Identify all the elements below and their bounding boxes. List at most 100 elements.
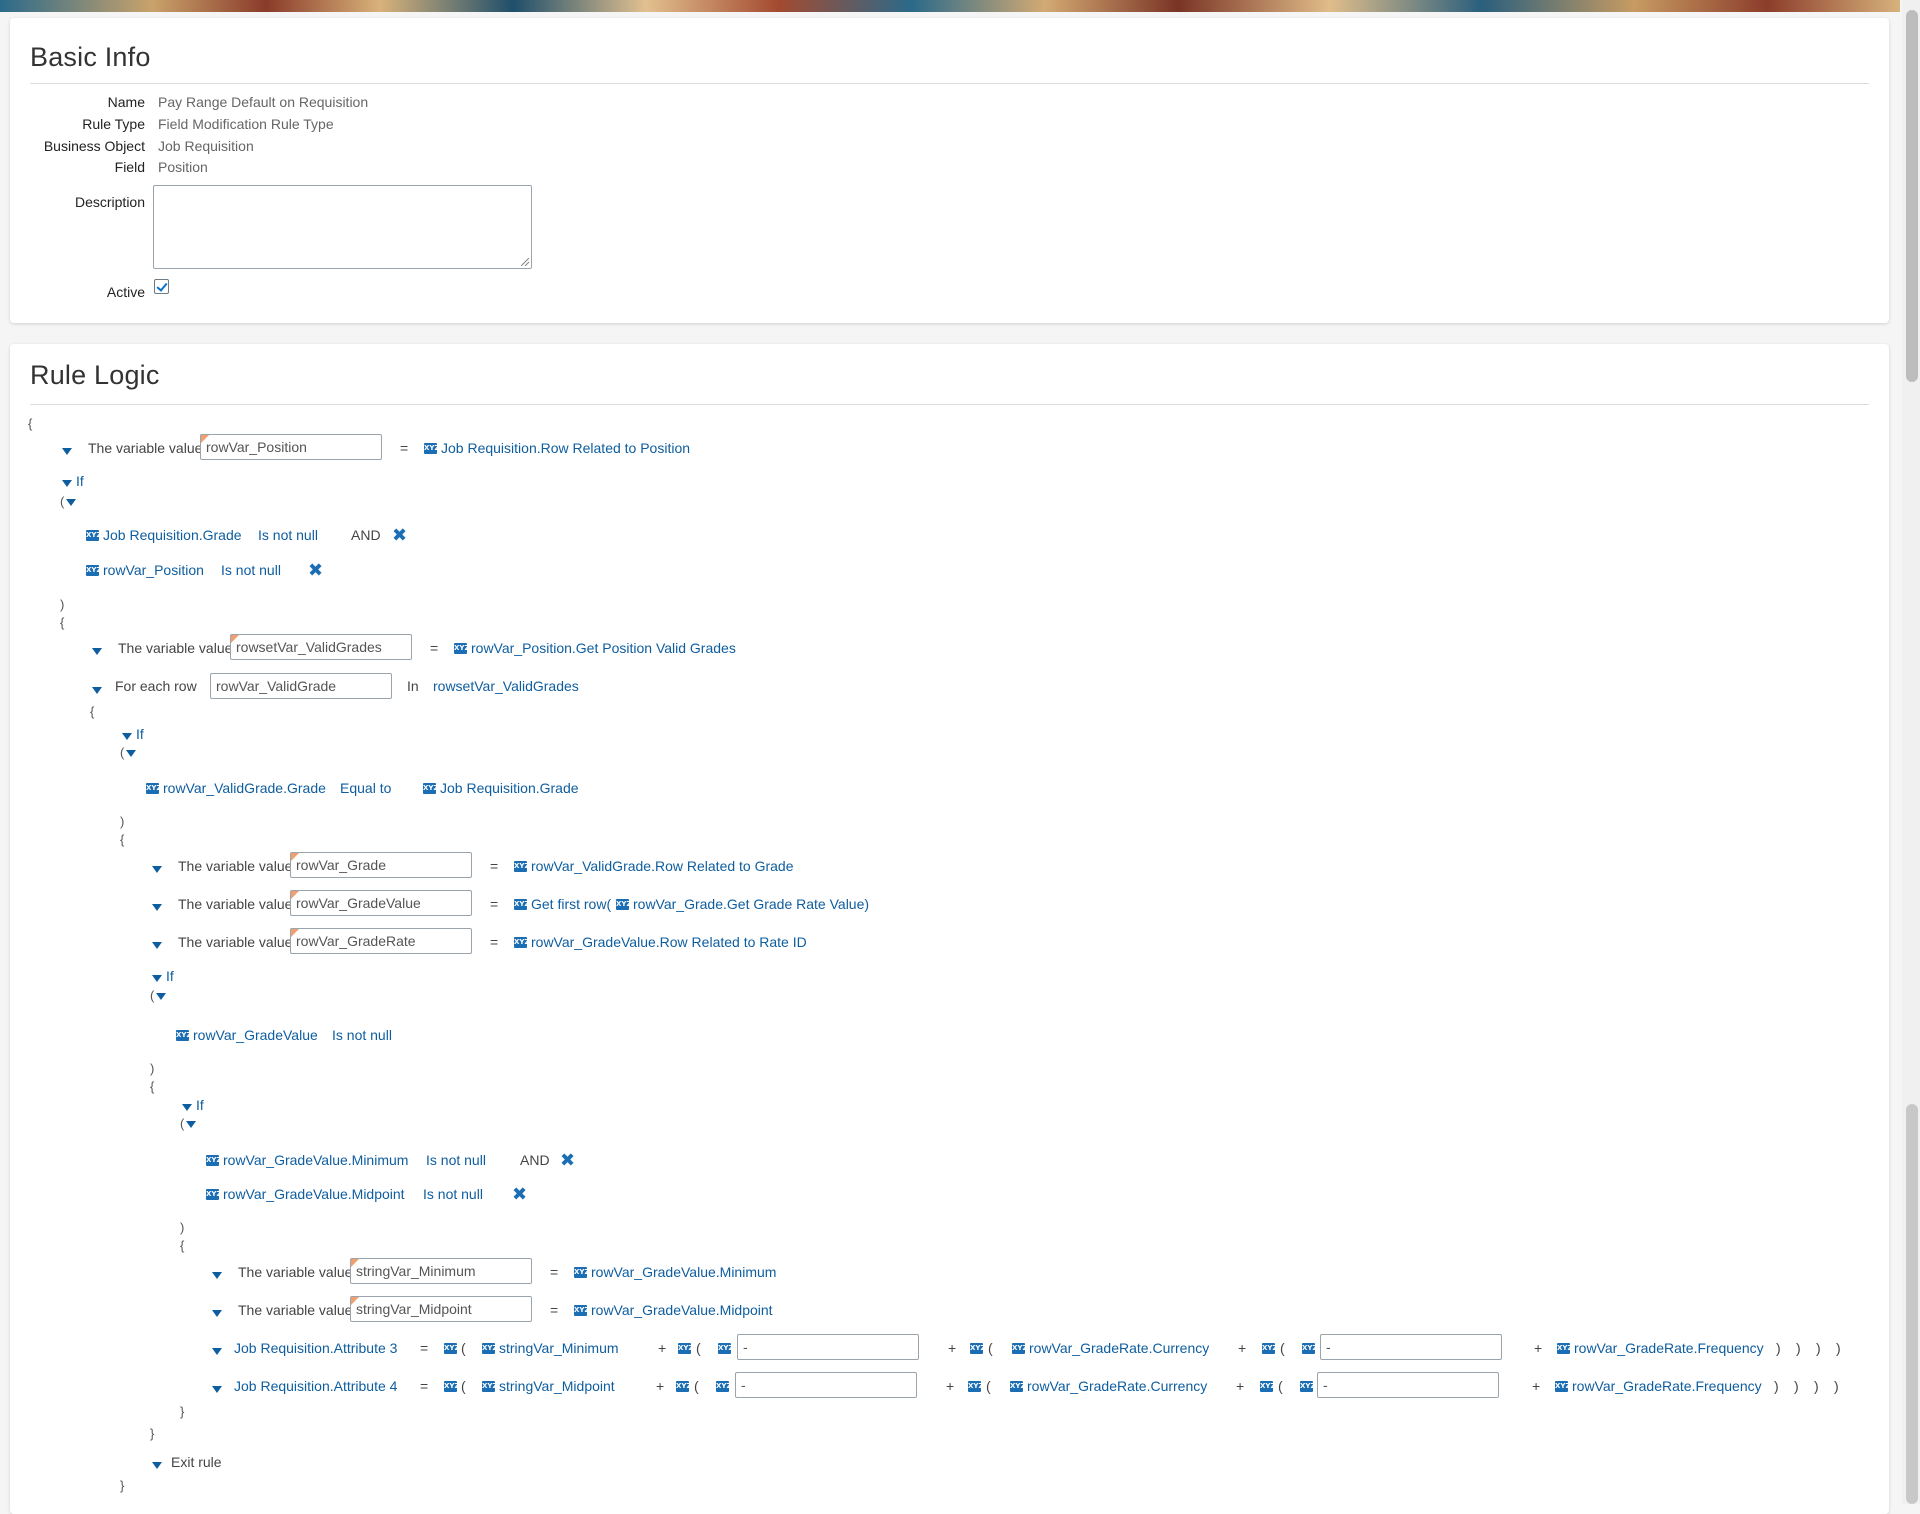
business-object-label: Business Object <box>43 138 145 154</box>
literal-input[interactable]: - <box>737 1334 919 1360</box>
operator-link[interactable]: Is not null <box>332 1027 392 1043</box>
scrollbar-thumb[interactable] <box>1906 10 1918 382</box>
collapse-toggle-icon[interactable] <box>186 1121 196 1128</box>
plus-sign: + <box>658 1340 667 1356</box>
description-textarea[interactable] <box>153 185 532 269</box>
exit-rule-keyword: Exit rule <box>171 1454 222 1470</box>
expression-link[interactable]: Job Requisition.Row Related to Position <box>441 440 690 456</box>
remove-condition-icon[interactable]: ✖ <box>308 561 323 579</box>
collapse-toggle-icon[interactable] <box>152 866 162 873</box>
foreach-keyword: For each row <box>115 678 197 694</box>
collapse-toggle-icon[interactable] <box>212 1348 222 1355</box>
expression-link[interactable]: rowVar_GradeValue.Minimum <box>591 1264 776 1280</box>
scrollbar-thumb[interactable] <box>1906 1104 1918 1504</box>
collapse-toggle-icon[interactable] <box>212 1386 222 1393</box>
operator-link[interactable]: Is not null <box>423 1186 483 1202</box>
expression-link[interactable]: rowVar_GradeValue.Row Related to Rate ID <box>531 934 807 950</box>
literal-input[interactable]: - <box>1317 1372 1499 1398</box>
field-icon: XYZ <box>86 565 102 576</box>
expression-icon: XYZ <box>1302 1343 1318 1354</box>
active-checkbox[interactable] <box>154 279 169 294</box>
frequency-link[interactable]: rowVar_GradeRate.Frequency <box>1574 1340 1764 1356</box>
expression-link[interactable]: rowVar_Position.Get Position Valid Grade… <box>471 640 736 656</box>
plus-sign: + <box>1236 1378 1245 1394</box>
assign-target-link[interactable]: Job Requisition.Attribute 3 <box>234 1340 397 1356</box>
operator-link[interactable]: Equal to <box>340 780 391 796</box>
variable-input[interactable]: rowVar_GradeValue <box>290 890 472 916</box>
variable-input[interactable]: rowVar_GradeRate <box>290 928 472 954</box>
open-paren: ( <box>696 1340 701 1356</box>
plus-sign: + <box>1534 1340 1543 1356</box>
plus-sign: + <box>948 1340 957 1356</box>
condition-field-link[interactable]: rowVar_GradeValue.Midpoint <box>223 1186 405 1202</box>
variable-input[interactable]: stringVar_Minimum <box>350 1258 532 1284</box>
variable-keyword: The variable value <box>88 440 203 456</box>
name-label: Name <box>107 94 145 110</box>
collapse-toggle-icon[interactable] <box>152 1462 162 1469</box>
remove-condition-icon[interactable]: ✖ <box>392 526 407 544</box>
equals-sign: = <box>430 640 439 656</box>
collapse-toggle-icon[interactable] <box>212 1310 222 1317</box>
operator-link[interactable]: Is not null <box>426 1152 486 1168</box>
literal-input[interactable]: - <box>1320 1334 1502 1360</box>
frequency-link[interactable]: rowVar_GradeRate.Frequency <box>1572 1378 1762 1394</box>
and-keyword[interactable]: AND <box>520 1152 550 1168</box>
expression-link[interactable]: rowVar_ValidGrade.Row Related to Grade <box>531 858 794 874</box>
literal-input[interactable]: - <box>735 1372 917 1398</box>
expression-link[interactable]: rowVar_GradeValue.Midpoint <box>591 1302 773 1318</box>
collapse-toggle-icon[interactable] <box>152 942 162 949</box>
collapse-toggle-icon[interactable] <box>122 733 132 740</box>
remove-condition-icon[interactable]: ✖ <box>512 1185 527 1203</box>
variable-input[interactable]: stringVar_Midpoint <box>350 1296 532 1322</box>
close-paren: ) <box>180 1220 185 1235</box>
operator-link[interactable]: Is not null <box>258 527 318 543</box>
currency-link[interactable]: rowVar_GradeRate.Currency <box>1027 1378 1207 1394</box>
resize-grip-icon[interactable] <box>521 258 529 266</box>
string-variable-link[interactable]: stringVar_Midpoint <box>499 1378 615 1394</box>
name-value: Pay Range Default on Requisition <box>158 94 369 110</box>
condition-field-link[interactable]: rowVar_GradeValue.Minimum <box>223 1152 408 1168</box>
open-paren: ( <box>988 1340 993 1356</box>
rule-logic-title: Rule Logic <box>30 360 160 390</box>
condition-value-link[interactable]: Job Requisition.Grade <box>440 780 579 796</box>
expression-icon: XYZ <box>1300 1381 1316 1392</box>
collapse-toggle-icon[interactable] <box>126 750 136 757</box>
collapse-toggle-icon[interactable] <box>212 1272 222 1279</box>
assign-target-link[interactable]: Job Requisition.Attribute 4 <box>234 1378 397 1394</box>
open-paren: ( <box>1278 1378 1283 1394</box>
field-icon: XYZ <box>423 783 439 794</box>
open-paren: ( <box>180 1116 185 1131</box>
string-variable-link[interactable]: stringVar_Minimum <box>499 1340 619 1356</box>
collapse-toggle-icon[interactable] <box>62 480 72 487</box>
condition-field-link[interactable]: rowVar_GradeValue <box>193 1027 318 1043</box>
collapse-toggle-icon[interactable] <box>152 975 162 982</box>
close-brace: } <box>180 1404 185 1419</box>
function-link[interactable]: Get first row( <box>531 896 611 912</box>
foreach-row-input[interactable]: rowVar_ValidGrade <box>210 673 392 699</box>
rowset-link[interactable]: rowsetVar_ValidGrades <box>433 678 579 694</box>
close-paren: ) <box>1794 1378 1799 1394</box>
collapse-toggle-icon[interactable] <box>152 904 162 911</box>
currency-link[interactable]: rowVar_GradeRate.Currency <box>1029 1340 1209 1356</box>
condition-field-link[interactable]: Job Requisition.Grade <box>103 527 242 543</box>
collapse-toggle-icon[interactable] <box>182 1104 192 1111</box>
collapse-toggle-icon[interactable] <box>156 993 166 1000</box>
collapse-toggle-icon[interactable] <box>92 687 102 694</box>
expression-icon: XYZ <box>1555 1381 1571 1392</box>
variable-input[interactable]: rowsetVar_ValidGrades <box>230 634 412 660</box>
expression-icon: XYZ <box>514 899 530 910</box>
expression-icon: XYZ <box>970 1343 986 1354</box>
collapse-toggle-icon[interactable] <box>66 499 76 506</box>
and-keyword[interactable]: AND <box>351 527 381 543</box>
collapse-toggle-icon[interactable] <box>92 648 102 655</box>
collapse-toggle-icon[interactable] <box>62 448 72 455</box>
vertical-scrollbar[interactable] <box>1902 0 1920 1504</box>
expression-link[interactable]: rowVar_Grade.Get Grade Rate Value) <box>633 896 869 912</box>
expression-icon: XYZ <box>1260 1381 1276 1392</box>
condition-field-link[interactable]: rowVar_ValidGrade.Grade <box>163 780 326 796</box>
remove-condition-icon[interactable]: ✖ <box>560 1151 575 1169</box>
operator-link[interactable]: Is not null <box>221 562 281 578</box>
variable-input[interactable]: rowVar_Grade <box>290 852 472 878</box>
condition-field-link[interactable]: rowVar_Position <box>103 562 204 578</box>
variable-input[interactable]: rowVar_Position <box>200 434 382 460</box>
